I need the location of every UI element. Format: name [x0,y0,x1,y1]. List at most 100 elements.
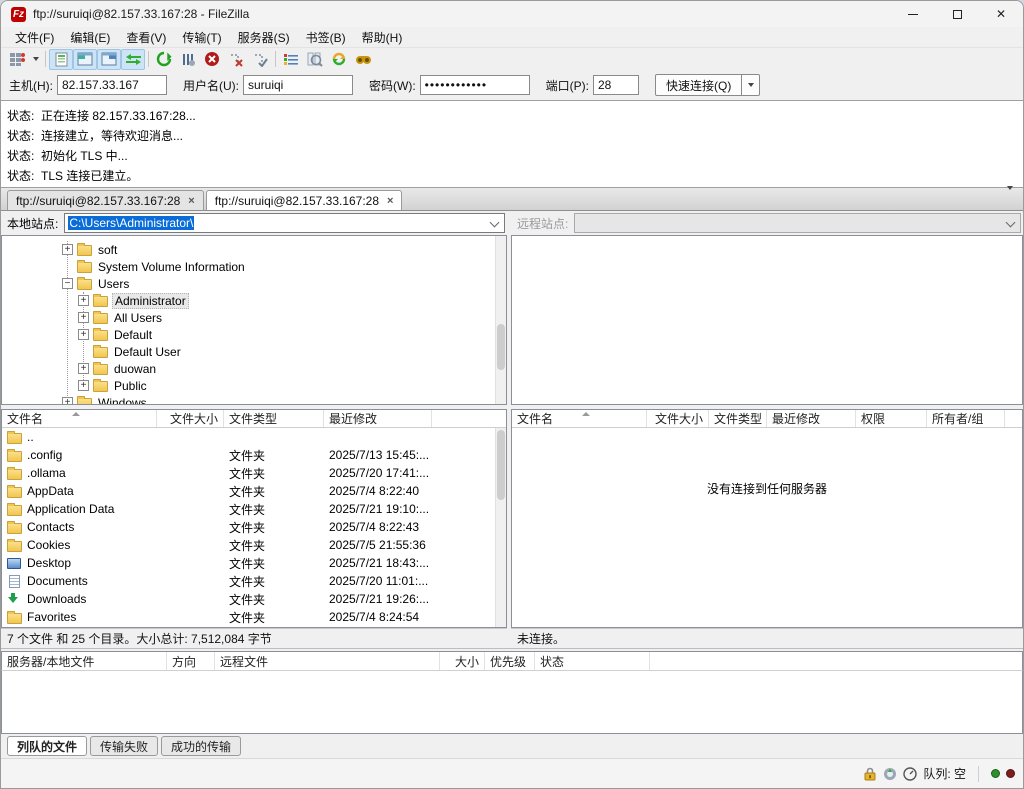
remote-site-combo[interactable] [574,213,1021,233]
column-header-priority[interactable]: 优先级 [485,652,535,670]
column-header-filetype[interactable]: 文件类型 [709,410,767,427]
disconnect-icon [228,52,244,67]
column-header-permissions[interactable]: 权限 [856,410,927,427]
process-queue-icon [180,52,196,67]
tree-item-users[interactable]: −Users [2,275,506,292]
activity-gauge-icon[interactable] [903,767,917,781]
column-header-modified[interactable]: 最近修改 [324,410,432,427]
site-manager-button[interactable] [5,49,29,70]
reconnect-button[interactable] [248,49,272,70]
column-header-filename[interactable]: 文件名 [512,410,647,427]
file-row[interactable]: Desktop文件夹2025/7/21 18:43:... [2,554,506,572]
column-header-remote-file[interactable]: 远程文件 [215,652,440,670]
file-row-parent[interactable]: .. [2,428,506,446]
file-row[interactable]: Application Data文件夹2025/7/21 19:10:... [2,500,506,518]
tab-close-icon[interactable]: × [387,195,393,207]
quickconnect-button[interactable]: 快速连接(Q) [655,74,742,96]
column-header-modified[interactable]: 最近修改 [767,410,856,427]
expander-plus-icon[interactable]: + [78,329,89,340]
file-modified: 2025/7/4 8:22:43 [324,520,432,534]
tab-successful-transfers[interactable]: 成功的传输 [161,736,241,756]
local-site-combo[interactable]: C:\Users\Administrator\ [64,213,505,233]
menu-view[interactable]: 查看(V) [118,27,174,48]
tab-queued-files[interactable]: 列队的文件 [7,736,87,756]
connection-tab-2[interactable]: ftp://suruiqi@82.157.33.167:28 × [206,190,403,210]
file-row[interactable]: Cookies文件夹2025/7/5 21:55:36 [2,536,506,554]
local-tree-scrollbar[interactable] [495,236,506,404]
tree-item-administrator[interactable]: +Administrator [2,292,506,309]
tls-lock-icon[interactable] [863,767,877,781]
site-manager-dropdown[interactable] [29,49,42,70]
local-list-header: 文件名 文件大小 文件类型 最近修改 [2,410,506,428]
tree-item-public[interactable]: +Public [2,377,506,394]
expander-plus-icon[interactable]: + [78,380,89,391]
cancel-button[interactable] [200,49,224,70]
file-row[interactable]: Downloads文件夹2025/7/21 19:26:... [2,590,506,608]
remote-list-header: 文件名 文件大小 文件类型 最近修改 权限 所有者/组 [512,410,1022,428]
log-status-prefix: 状态: [7,127,41,144]
local-list-scrollbar[interactable] [495,428,506,627]
column-header-owner-group[interactable]: 所有者/组 [927,410,1005,427]
directory-filter-button[interactable] [279,49,303,70]
column-header-filetype[interactable]: 文件类型 [224,410,324,427]
host-input[interactable] [57,75,167,95]
tree-item-default-user[interactable]: Default User [2,343,506,360]
expander-plus-icon[interactable]: + [62,244,73,255]
file-row[interactable]: Contacts文件夹2025/7/4 8:22:43 [2,518,506,536]
tab-list-dropdown[interactable] [1007,190,1013,208]
file-row[interactable]: Favorites文件夹2025/7/4 8:24:54 [2,608,506,626]
column-header-filename[interactable]: 文件名 [2,410,157,427]
menu-file[interactable]: 文件(F) [7,27,62,48]
tab-close-icon[interactable]: × [188,195,194,207]
tab-failed-transfers[interactable]: 传输失败 [90,736,158,756]
column-header-size[interactable]: 大小 [440,652,485,670]
toggle-local-tree-button[interactable] [73,49,97,70]
tree-item-all-users[interactable]: +All Users [2,309,506,326]
column-header-filesize[interactable]: 文件大小 [647,410,709,427]
password-input[interactable] [420,75,530,95]
tree-item-default[interactable]: +Default [2,326,506,343]
menu-edit[interactable]: 编辑(E) [62,27,118,48]
close-button[interactable]: ✕ [979,1,1023,27]
column-header-filesize[interactable]: 文件大小 [157,410,224,427]
toggle-message-log-button[interactable] [49,49,73,70]
tree-item-windows[interactable]: +Windows [2,394,506,405]
menu-transfer[interactable]: 传输(T) [174,27,229,48]
username-input[interactable] [243,75,353,95]
disconnect-button[interactable] [224,49,248,70]
port-input[interactable] [593,75,639,95]
local-tree-icon [77,52,93,66]
file-row[interactable]: AppData文件夹2025/7/4 8:22:40 [2,482,506,500]
expander-minus-icon[interactable]: − [62,278,73,289]
refresh-button[interactable] [152,49,176,70]
directory-compare-button[interactable] [303,49,327,70]
scrollbar-thumb[interactable] [497,324,505,370]
expander-plus-icon[interactable]: + [78,363,89,374]
menu-help[interactable]: 帮助(H) [354,27,411,48]
column-header-direction[interactable]: 方向 [167,652,215,670]
connection-tab-1[interactable]: ftp://suruiqi@82.157.33.167:28 × [7,190,204,210]
synchronized-browsing-button[interactable] [327,49,351,70]
tree-item-soft[interactable]: +soft [2,241,506,258]
quickconnect-dropdown[interactable] [742,74,760,96]
expander-plus-icon[interactable]: + [62,397,73,405]
tree-item-system-volume-information[interactable]: System Volume Information [2,258,506,275]
menu-bookmarks[interactable]: 书签(B) [298,27,354,48]
tree-item-duowan[interactable]: +duowan [2,360,506,377]
scrollbar-thumb[interactable] [497,430,505,500]
toggle-remote-tree-button[interactable] [97,49,121,70]
toggle-transfer-queue-button[interactable] [121,49,145,70]
find-files-button[interactable] [351,49,375,70]
column-header-status[interactable]: 状态 [535,652,650,670]
maximize-button[interactable] [935,1,979,27]
speed-limits-icon[interactable] [883,767,897,781]
expander-plus-icon[interactable]: + [78,295,89,306]
menu-server[interactable]: 服务器(S) [230,27,298,48]
minimize-button[interactable] [891,1,935,27]
file-row[interactable]: .config文件夹2025/7/13 15:45:... [2,446,506,464]
column-header-server-local-file[interactable]: 服务器/本地文件 [2,652,167,670]
file-row[interactable]: .ollama文件夹2025/7/20 17:41:... [2,464,506,482]
expander-plus-icon[interactable]: + [78,312,89,323]
process-queue-button[interactable] [176,49,200,70]
file-row[interactable]: Documents文件夹2025/7/20 11:01:... [2,572,506,590]
